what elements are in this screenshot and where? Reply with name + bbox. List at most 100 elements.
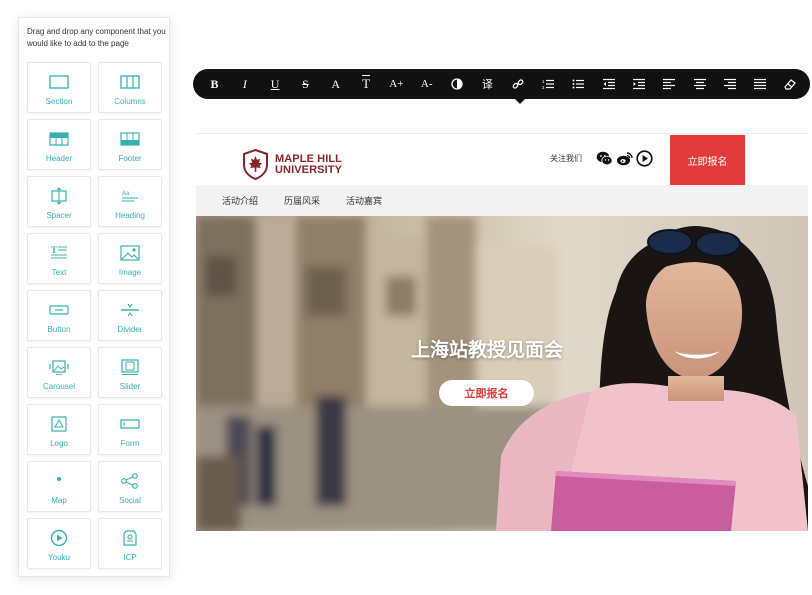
svg-text:T: T	[51, 245, 57, 255]
brand-name-line1: MAPLE HILL	[275, 152, 342, 165]
footer-icon	[120, 132, 140, 146]
toolbar-pointer	[514, 98, 526, 104]
svg-text:2: 2	[542, 85, 545, 90]
maple-leaf-crest-icon	[243, 149, 268, 180]
align-right-icon[interactable]	[721, 75, 738, 93]
component-header[interactable]: Header	[27, 119, 91, 170]
component-grid: Section Columns Header Footer Spacer Aa Headin…	[27, 62, 163, 569]
icp-badge-icon	[123, 530, 137, 546]
color-icon[interactable]	[449, 75, 466, 93]
component-image[interactable]: Image	[98, 233, 162, 284]
component-label: ICP	[123, 553, 137, 562]
text-icon: T	[51, 245, 67, 259]
component-label: Section	[45, 97, 73, 106]
align-center-icon[interactable]	[691, 75, 708, 93]
component-icp[interactable]: ICP	[98, 518, 162, 569]
component-label: Heading	[115, 211, 145, 220]
component-label: Youku	[48, 553, 70, 562]
align-left-icon[interactable]	[661, 75, 678, 93]
logo-icon	[51, 416, 67, 432]
component-label: Text	[51, 268, 67, 277]
strikethrough-icon[interactable]: S	[297, 75, 314, 93]
weibo-icon[interactable]	[616, 150, 633, 167]
divider-icon	[121, 303, 139, 317]
form-icon	[120, 419, 140, 429]
component-text[interactable]: T Text	[27, 233, 91, 284]
nav-item-guests[interactable]: 活动嘉宾	[346, 194, 382, 207]
component-slider[interactable]: Slider	[98, 347, 162, 398]
underline-icon[interactable]: U	[267, 75, 284, 93]
spacer-icon	[51, 187, 67, 205]
component-heading[interactable]: Aa Heading	[98, 176, 162, 227]
translate-icon[interactable]: 译	[479, 75, 496, 93]
heading-icon: Aa	[122, 191, 138, 202]
component-youku[interactable]: Youku	[27, 518, 91, 569]
section-icon	[49, 75, 69, 89]
increase-font-icon[interactable]: A+	[388, 75, 405, 93]
ordered-list-icon[interactable]: 12	[539, 75, 556, 93]
text-format-toolbar: B I U S A T A+ A- 译 1 2	[193, 69, 810, 99]
link-icon[interactable]	[509, 75, 526, 93]
brand-name-line2: UNIVERSITY	[275, 163, 343, 176]
font-size-icon[interactable]: A	[327, 75, 344, 93]
button-icon	[49, 305, 69, 315]
component-form[interactable]: Form	[98, 404, 162, 455]
component-carousel[interactable]: Carousel	[27, 347, 91, 398]
indent-icon[interactable]	[630, 75, 647, 93]
component-divider[interactable]: Divider	[98, 290, 162, 341]
svg-text:Aa: Aa	[122, 191, 130, 197]
component-label: Map	[51, 496, 67, 505]
component-panel: Drag and drop any component that you wou…	[18, 17, 170, 577]
hero-photo	[196, 216, 808, 531]
follow-us-label: 关注我们	[550, 154, 582, 163]
wechat-icon[interactable]	[596, 150, 613, 167]
nav-item-past-highlights[interactable]: 历届风采	[284, 194, 320, 207]
share-icon	[121, 473, 138, 489]
nav-item-activity-intro[interactable]: 活动介绍	[222, 194, 258, 207]
component-spacer[interactable]: Spacer	[27, 176, 91, 227]
site-nav: 活动介绍 历届风采 活动嘉宾	[196, 185, 808, 216]
social-links	[596, 150, 653, 167]
component-panel-hint: Drag and drop any component that you wou…	[27, 27, 166, 48]
component-map[interactable]: Map	[27, 461, 91, 512]
component-label: Form	[120, 439, 140, 448]
page-preview[interactable]: MAPLE HILL UNIVERSITY 关注我们 立即报名 活动介绍 历届风…	[196, 133, 808, 531]
text-style-icon[interactable]: T	[358, 75, 375, 93]
component-columns[interactable]: Columns	[98, 62, 162, 113]
slider-icon	[121, 359, 139, 375]
component-label: Footer	[118, 154, 142, 163]
hero-banner: 上海站教授见面会 立即报名	[196, 216, 808, 531]
component-label: Carousel	[42, 382, 75, 391]
component-label: Header	[45, 154, 73, 163]
play-circle-icon	[50, 529, 68, 547]
carousel-icon	[49, 360, 69, 376]
justify-icon[interactable]	[752, 75, 769, 93]
decrease-font-icon[interactable]: A-	[418, 75, 435, 93]
bold-icon[interactable]: B	[206, 75, 223, 93]
map-pin-icon	[57, 477, 61, 481]
component-social[interactable]: Social	[98, 461, 162, 512]
hero-register-button[interactable]: 立即报名	[439, 380, 534, 406]
component-label: Columns	[114, 97, 146, 106]
component-label: Image	[118, 268, 142, 277]
component-label: Logo	[50, 439, 68, 448]
site-header: MAPLE HILL UNIVERSITY 关注我们 立即报名	[196, 133, 808, 186]
header-icon	[49, 132, 69, 146]
register-button[interactable]: 立即报名	[670, 135, 745, 185]
component-footer[interactable]: Footer	[98, 119, 162, 170]
play-icon[interactable]	[636, 150, 653, 167]
university-logo[interactable]: MAPLE HILL UNIVERSITY	[242, 149, 342, 180]
component-label: Divider	[117, 325, 143, 334]
image-icon	[120, 245, 140, 261]
component-label: Spacer	[46, 211, 72, 220]
outdent-icon[interactable]	[600, 75, 617, 93]
component-button[interactable]: Button	[27, 290, 91, 341]
clear-format-icon[interactable]	[782, 75, 799, 93]
hero-title: 上海站教授见面会	[410, 340, 563, 361]
svg-text:1: 1	[542, 79, 545, 84]
unordered-list-icon[interactable]	[570, 75, 587, 93]
component-logo[interactable]: Logo	[27, 404, 91, 455]
component-section[interactable]: Section	[27, 62, 91, 113]
italic-icon[interactable]: I	[236, 75, 253, 93]
brand-name: MAPLE HILL UNIVERSITY	[275, 152, 343, 176]
